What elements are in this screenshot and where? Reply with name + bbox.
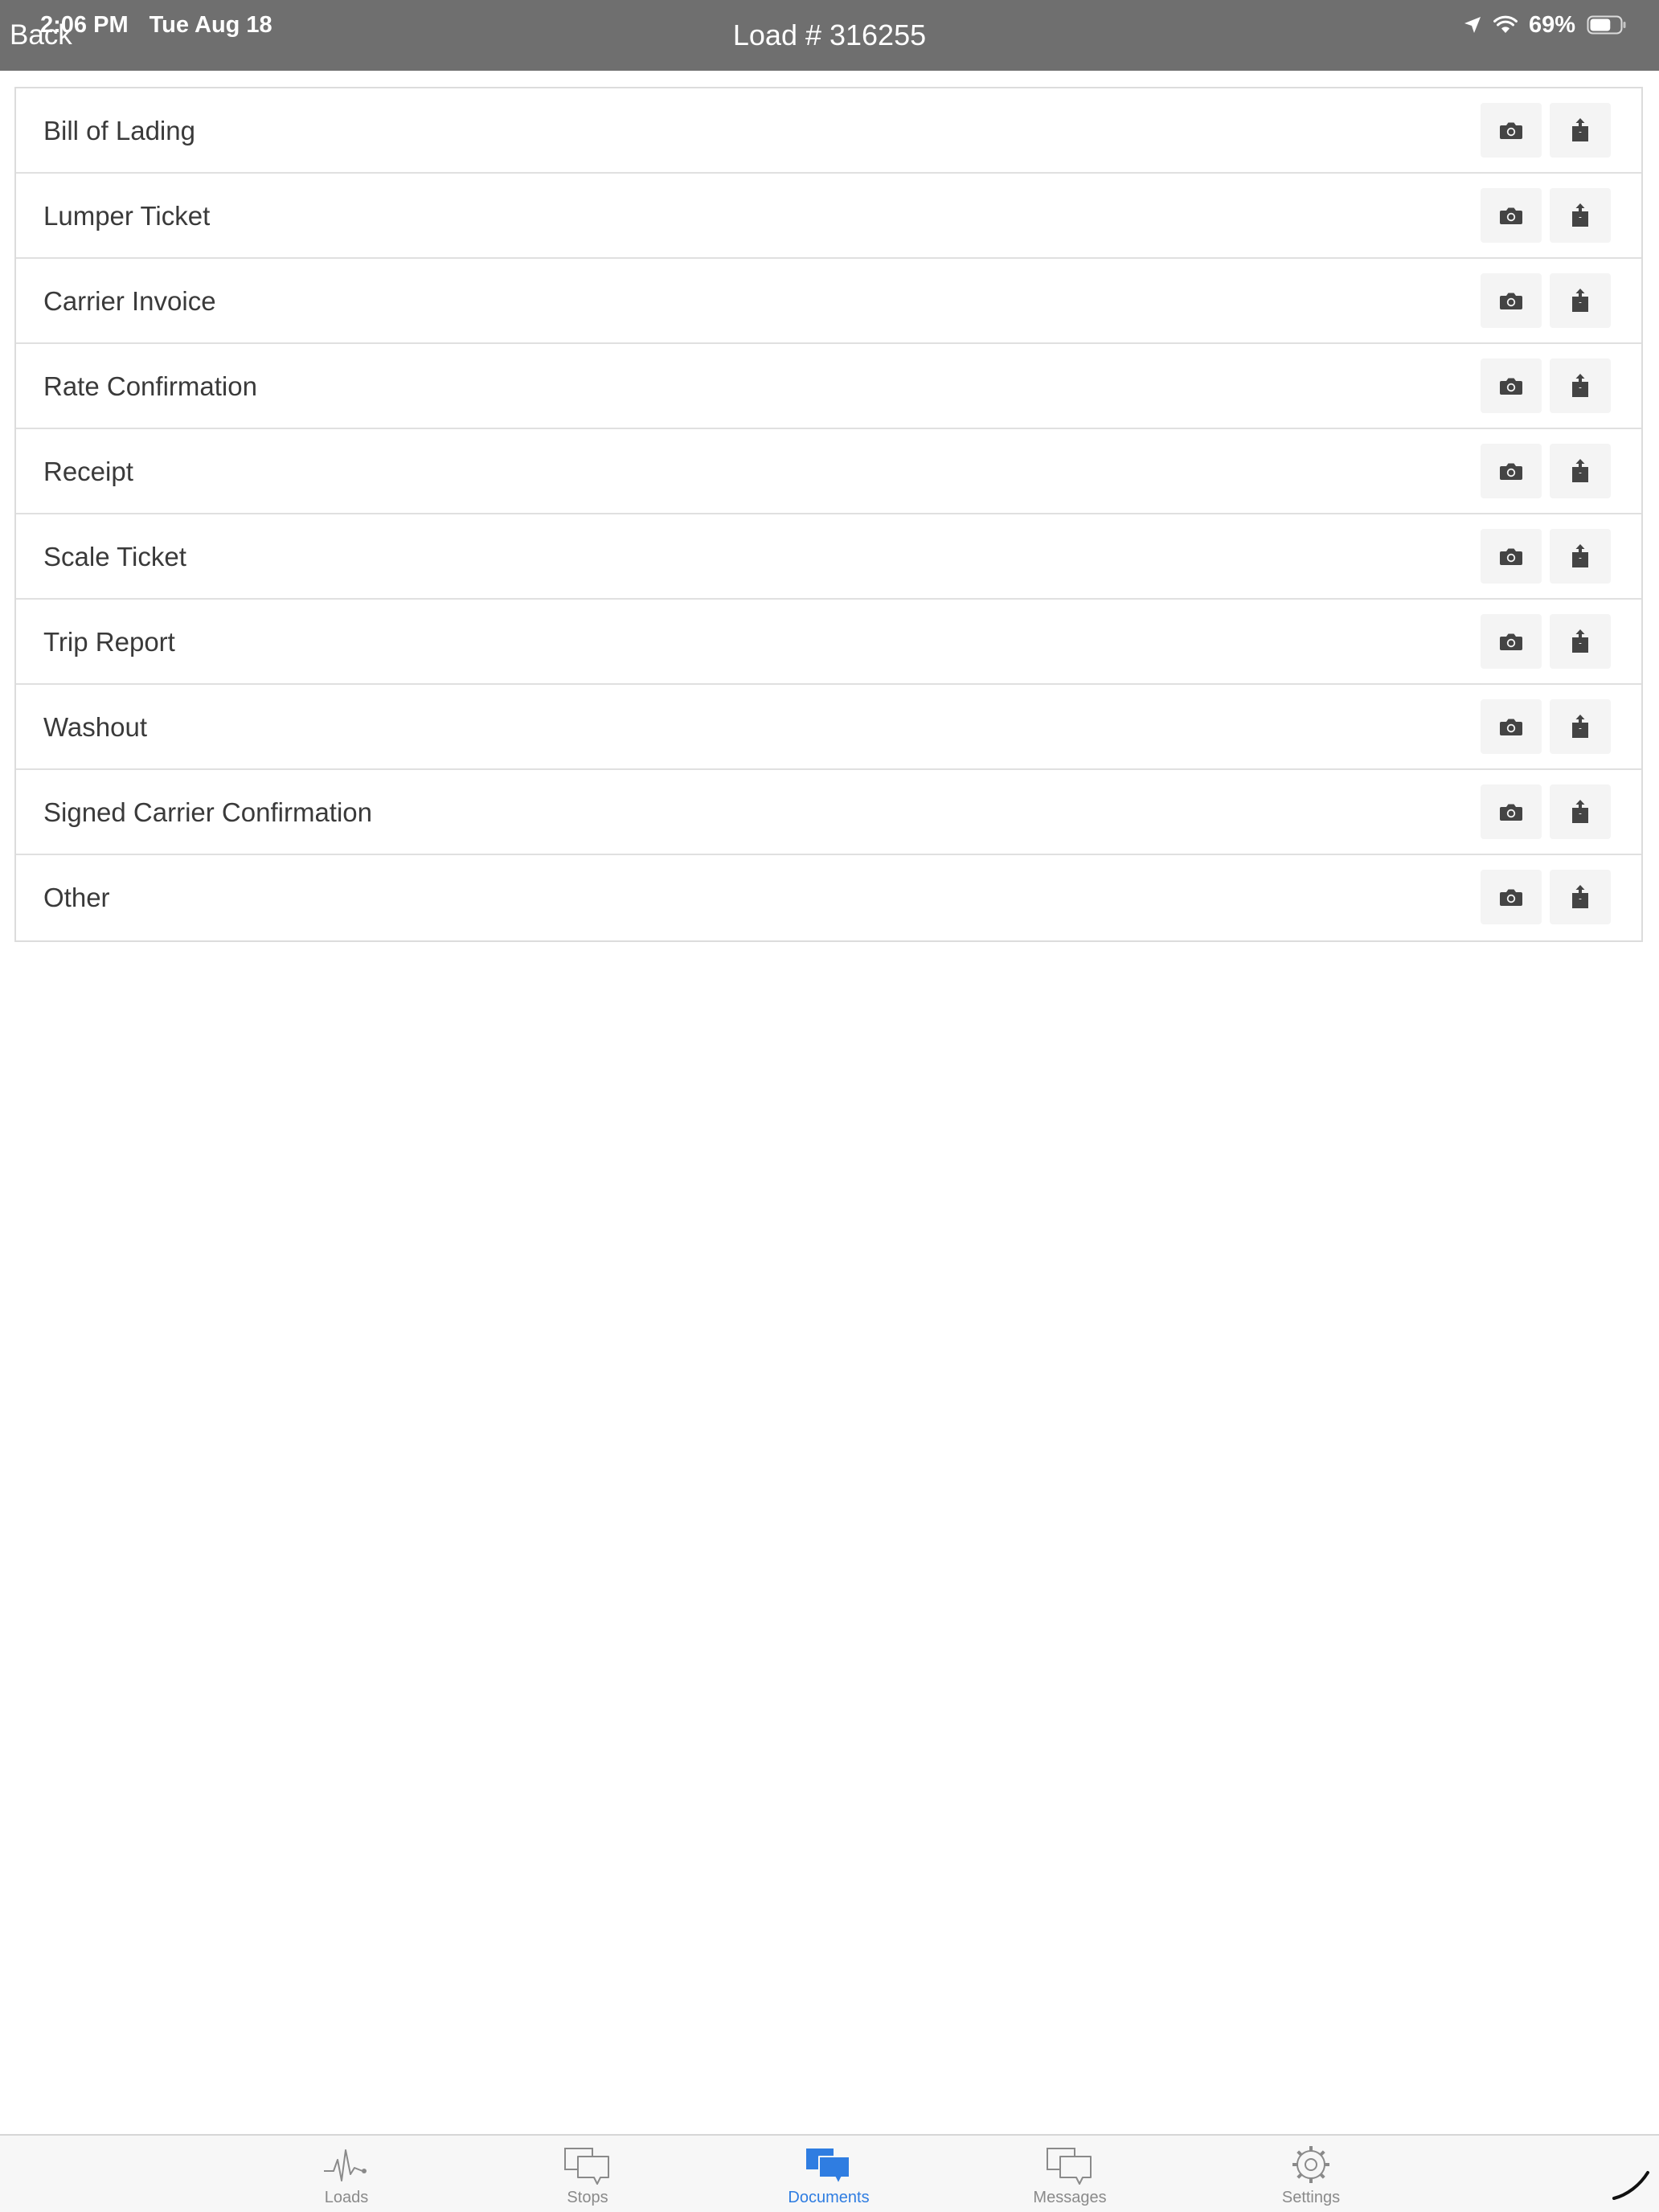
chat-bubbles-icon [989,2136,1150,2187]
document-row: Signed Carrier Confirmation [16,770,1641,855]
chat-bubbles-filled-icon [748,2136,909,2187]
camera-icon [1499,547,1523,566]
document-label: Receipt [43,457,133,486]
document-actions [1481,188,1611,243]
document-label: Trip Report [43,627,175,657]
upload-button[interactable] [1550,529,1611,584]
upload-button[interactable] [1550,444,1611,498]
camera-button[interactable] [1481,444,1542,498]
camera-icon [1499,717,1523,736]
document-row: Bill of Lading [16,88,1641,174]
status-indicators: 69% [1463,11,1627,39]
document-row: Carrier Invoice [16,259,1641,344]
camera-icon [1499,376,1523,395]
document-actions [1481,103,1611,158]
tab-loads[interactable]: Loads [266,2136,427,2212]
top-bar: Back 2:06 PM Tue Aug 18 Load # 316255 69% [0,0,1659,71]
camera-button[interactable] [1481,699,1542,754]
document-actions [1481,358,1611,413]
location-arrow-icon [1463,15,1482,35]
camera-button[interactable] [1481,870,1542,924]
camera-button[interactable] [1481,103,1542,158]
camera-button[interactable] [1481,188,1542,243]
document-label: Signed Carrier Confirmation [43,797,373,827]
document-actions [1481,529,1611,584]
battery-icon [1587,14,1627,35]
document-list: Bill of Lading Lumper Ticket Carrier Inv… [14,87,1643,942]
document-actions [1481,870,1611,924]
camera-icon [1499,291,1523,310]
share-upload-icon [1571,203,1590,227]
gear-tooth [1296,2173,1303,2179]
document-row: Receipt [16,429,1641,514]
camera-icon [1499,632,1523,651]
share-upload-icon [1571,800,1590,824]
upload-button[interactable] [1550,273,1611,328]
share-upload-icon [1571,715,1590,739]
wifi-icon [1493,15,1518,35]
share-upload-icon [1571,118,1590,142]
tab-settings[interactable]: Settings [1231,2136,1391,2212]
chat-bubbles-icon [507,2136,668,2187]
camera-icon [1499,887,1523,907]
document-actions [1481,614,1611,669]
camera-button[interactable] [1481,358,1542,413]
page-title: Load # 316255 [732,18,927,51]
gear-tooth [1319,2150,1325,2157]
upload-button[interactable] [1550,614,1611,669]
tab-label: Settings [1281,2189,1341,2206]
upload-button[interactable] [1550,784,1611,839]
tab-label: Documents [788,2189,870,2206]
camera-button[interactable] [1481,273,1542,328]
document-actions [1481,699,1611,754]
share-upload-icon [1571,544,1590,568]
share-upload-icon [1571,374,1590,398]
document-row: Rate Confirmation [16,344,1641,429]
battery-percent: 69% [1528,11,1575,38]
upload-button[interactable] [1550,358,1611,413]
document-row: Trip Report [16,600,1641,685]
share-upload-icon [1571,629,1590,653]
document-actions [1481,784,1611,839]
camera-icon [1499,121,1523,140]
tab-documents[interactable]: Documents [748,2136,909,2212]
tab-label: Messages [1033,2189,1107,2206]
pencil-stroke-icon [1611,2169,1651,2206]
upload-button[interactable] [1550,103,1611,158]
document-label: Scale Ticket [43,542,186,571]
tab-label: Loads [324,2189,369,2206]
document-actions [1481,444,1611,498]
camera-button[interactable] [1481,529,1542,584]
document-label: Carrier Invoice [43,286,216,316]
share-upload-icon [1571,459,1590,483]
share-upload-icon [1571,289,1590,313]
document-label: Rate Confirmation [43,371,257,401]
camera-icon [1499,206,1523,225]
upload-button[interactable] [1550,188,1611,243]
document-label: Lumper Ticket [43,201,211,231]
share-upload-icon [1571,885,1590,909]
document-label: Other [43,883,110,912]
tab-label: Stops [567,2189,608,2206]
document-row: Lumper Ticket [16,174,1641,259]
tab-bar: Loads Stops Documents Messages Settings [0,2134,1659,2212]
tab-messages[interactable]: Messages [989,2136,1150,2212]
camera-icon [1499,461,1523,481]
upload-button[interactable] [1550,699,1611,754]
document-row: Other [16,855,1641,940]
camera-button[interactable] [1481,614,1542,669]
gear-tooth [1319,2173,1325,2179]
pulse-icon [266,2136,427,2187]
gear-tooth [1296,2150,1303,2157]
document-label: Washout [43,712,148,742]
document-row: Washout [16,685,1641,770]
tab-stops[interactable]: Stops [507,2136,668,2212]
document-row: Scale Ticket [16,514,1641,600]
camera-button[interactable] [1481,784,1542,839]
camera-icon [1499,802,1523,821]
document-actions [1481,273,1611,328]
document-label: Bill of Lading [43,116,195,145]
gear-icon [1231,2136,1391,2187]
upload-button[interactable] [1550,870,1611,924]
